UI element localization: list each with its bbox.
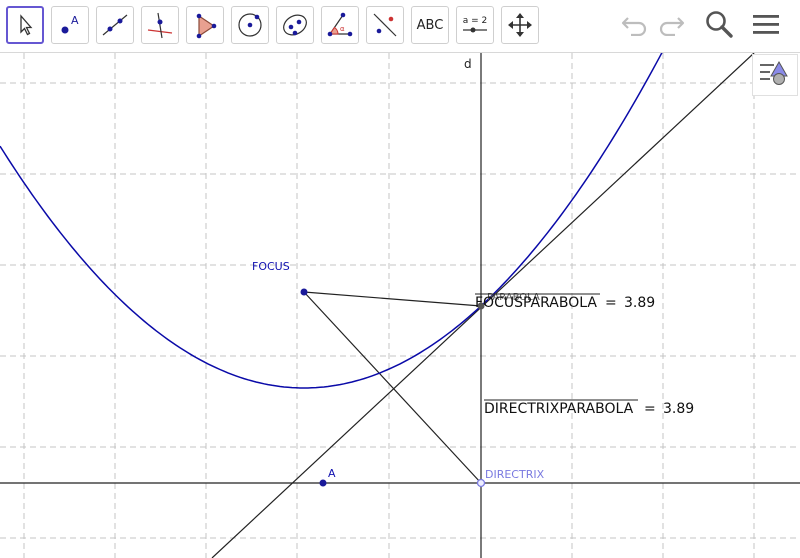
reflect-tool-button[interactable]: [366, 6, 404, 44]
redo-icon: [657, 12, 687, 40]
arrow-pointer-icon: [15, 14, 35, 36]
reflect-icon: [370, 10, 400, 40]
grid: [0, 53, 800, 558]
ellipse-icon: [280, 10, 310, 40]
directrix-parabola-value: 3.89: [663, 401, 694, 417]
focus-label: FOCUS: [252, 260, 290, 273]
angle-tool-button[interactable]: α: [321, 6, 359, 44]
directrix-label: DIRECTRIX: [485, 468, 545, 481]
move-tool-button[interactable]: [6, 6, 44, 44]
focus-parabola-measure: FOCUSPARABOLA = 3.89: [475, 293, 655, 311]
text-icon: ABC: [416, 17, 444, 33]
point-tool-button[interactable]: A: [51, 6, 89, 44]
line-through-points-icon: [100, 10, 130, 40]
focus-parabola-eq: =: [605, 295, 617, 311]
axis-label-d: d: [464, 57, 472, 71]
style-bar-button[interactable]: [752, 54, 798, 96]
search-icon: [704, 9, 734, 43]
move-graphics-view-tool-button[interactable]: [501, 6, 539, 44]
point-a[interactable]: [319, 479, 327, 487]
search-button[interactable]: [701, 8, 737, 44]
parabola-curve[interactable]: [0, 53, 668, 389]
angle-icon: α: [325, 10, 355, 40]
toolbar: A α ABC a = 2: [0, 0, 800, 53]
move-arrows-icon: [507, 12, 533, 38]
slider-icon: a = 2: [461, 16, 489, 34]
undo-button[interactable]: [616, 8, 652, 44]
svg-text:α: α: [340, 25, 345, 33]
circle-tool-button[interactable]: [231, 6, 269, 44]
slider-tool-button[interactable]: a = 2: [456, 6, 494, 44]
svg-text:A: A: [71, 14, 79, 27]
segment-focus-directrix[interactable]: [303, 291, 482, 484]
perpendicular-line-tool-button[interactable]: [141, 6, 179, 44]
focus-parabola-name: FOCUSPARABOLA: [475, 295, 597, 311]
directrix-parabola-eq: =: [644, 401, 656, 417]
perpendicular-line-icon: [145, 10, 175, 40]
circle-center-point-icon: [235, 10, 265, 40]
point-a-label: A: [328, 467, 336, 480]
line-tool-button[interactable]: [96, 6, 134, 44]
focus-parabola-value: 3.89: [624, 295, 655, 311]
directrix-parabola-measure: DIRECTRIXPARABOLA = 3.89: [484, 399, 694, 417]
focus-point[interactable]: [300, 288, 308, 296]
redo-button[interactable]: [654, 8, 690, 44]
directrix-parabola-name: DIRECTRIXPARABOLA: [484, 401, 634, 417]
hamburger-menu-icon: [752, 12, 780, 40]
undo-icon: [619, 12, 649, 40]
style-bar-icon: [759, 60, 791, 90]
slider-icon-label: a = 2: [462, 16, 488, 26]
point-icon: A: [55, 10, 85, 40]
conic-tool-button[interactable]: [276, 6, 314, 44]
polygon-icon: [190, 10, 220, 40]
graphics-view[interactable]: d FOCUS A DIRECTRIX PARABOLA FOCUSPARABO…: [0, 53, 800, 558]
main-menu-button[interactable]: [748, 8, 784, 44]
polygon-tool-button[interactable]: [186, 6, 224, 44]
text-tool-button[interactable]: ABC: [411, 6, 449, 44]
directrix-point[interactable]: [476, 478, 486, 488]
segment-focus-parabola[interactable]: [303, 291, 482, 307]
